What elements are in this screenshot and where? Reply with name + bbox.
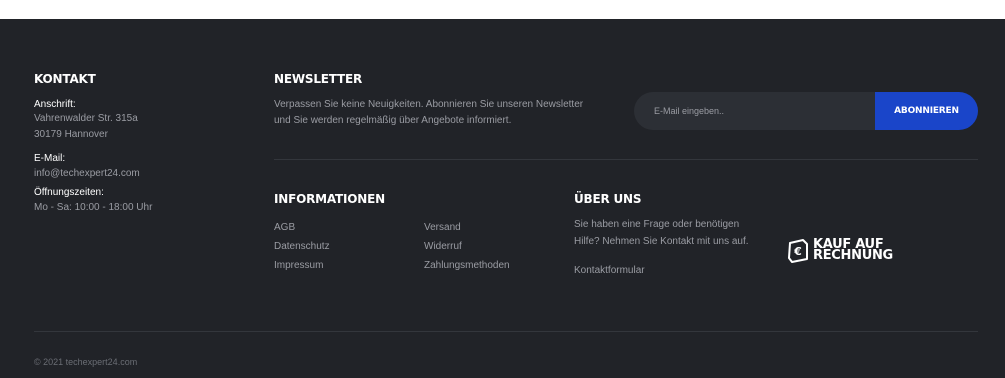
ueber-uns-text-line-2: Hilfe? Nehmen Sie Kontakt mit uns auf. (574, 236, 749, 247)
newsletter-email-input[interactable] (634, 92, 879, 130)
address-line-1: Vahrenwalder Str. 315a (34, 113, 138, 124)
ueber-uns-description: Sie haben eine Frage oder benötigen Hilf… (574, 216, 749, 250)
contact-heading: KONTAKT (34, 72, 96, 86)
link-versand[interactable]: Versand (424, 222, 461, 233)
newsletter-text-line-2: und Sie werden regelmäßig über Angebote … (274, 115, 512, 126)
newsletter-divider (274, 159, 978, 160)
hours-label: Öffnungszeiten: (34, 187, 104, 198)
link-datenschutz[interactable]: Datenschutz (274, 241, 330, 252)
ueber-uns-text-line-1: Sie haben eine Frage oder benötigen (574, 219, 740, 230)
euro-receipt-icon: € (788, 239, 808, 263)
copyright-text: © 2021 techexpert24.com (34, 357, 138, 367)
svg-text:€: € (793, 245, 802, 258)
link-widerruf[interactable]: Widerruf (424, 241, 462, 252)
subscribe-button[interactable]: ABONNIEREN (875, 92, 978, 130)
link-agb[interactable]: AGB (274, 222, 295, 233)
kauf-auf-rechnung-text: KAUF AUF RECHNUNG (813, 238, 893, 263)
site-footer: KONTAKT Anschrift: Vahrenwalder Str. 315… (0, 19, 1005, 378)
link-impressum[interactable]: Impressum (274, 260, 323, 271)
opening-hours: Mo - Sa: 10:00 - 18:00 Uhr (34, 202, 153, 213)
newsletter-description: Verpassen Sie keine Neuigkeiten. Abonnie… (274, 97, 619, 129)
newsletter-text-line-1: Verpassen Sie keine Neuigkeiten. Abonnie… (274, 99, 584, 110)
address-label: Anschrift: (34, 99, 76, 110)
link-kontaktformular[interactable]: Kontaktformular (574, 265, 645, 276)
informationen-heading: INFORMATIONEN (274, 192, 385, 206)
newsletter-heading: NEWSLETTER (274, 72, 363, 86)
badge-line-2: RECHNUNG (813, 248, 893, 263)
ueber-uns-heading: ÜBER UNS (574, 192, 642, 206)
address-line-2: 30179 Hannover (34, 129, 108, 140)
email-label: E-Mail: (34, 153, 66, 164)
footer-bottom-divider (34, 331, 978, 332)
link-zahlungsmethoden[interactable]: Zahlungsmethoden (424, 260, 510, 271)
contact-email-link[interactable]: info@techexpert24.com (34, 166, 140, 182)
